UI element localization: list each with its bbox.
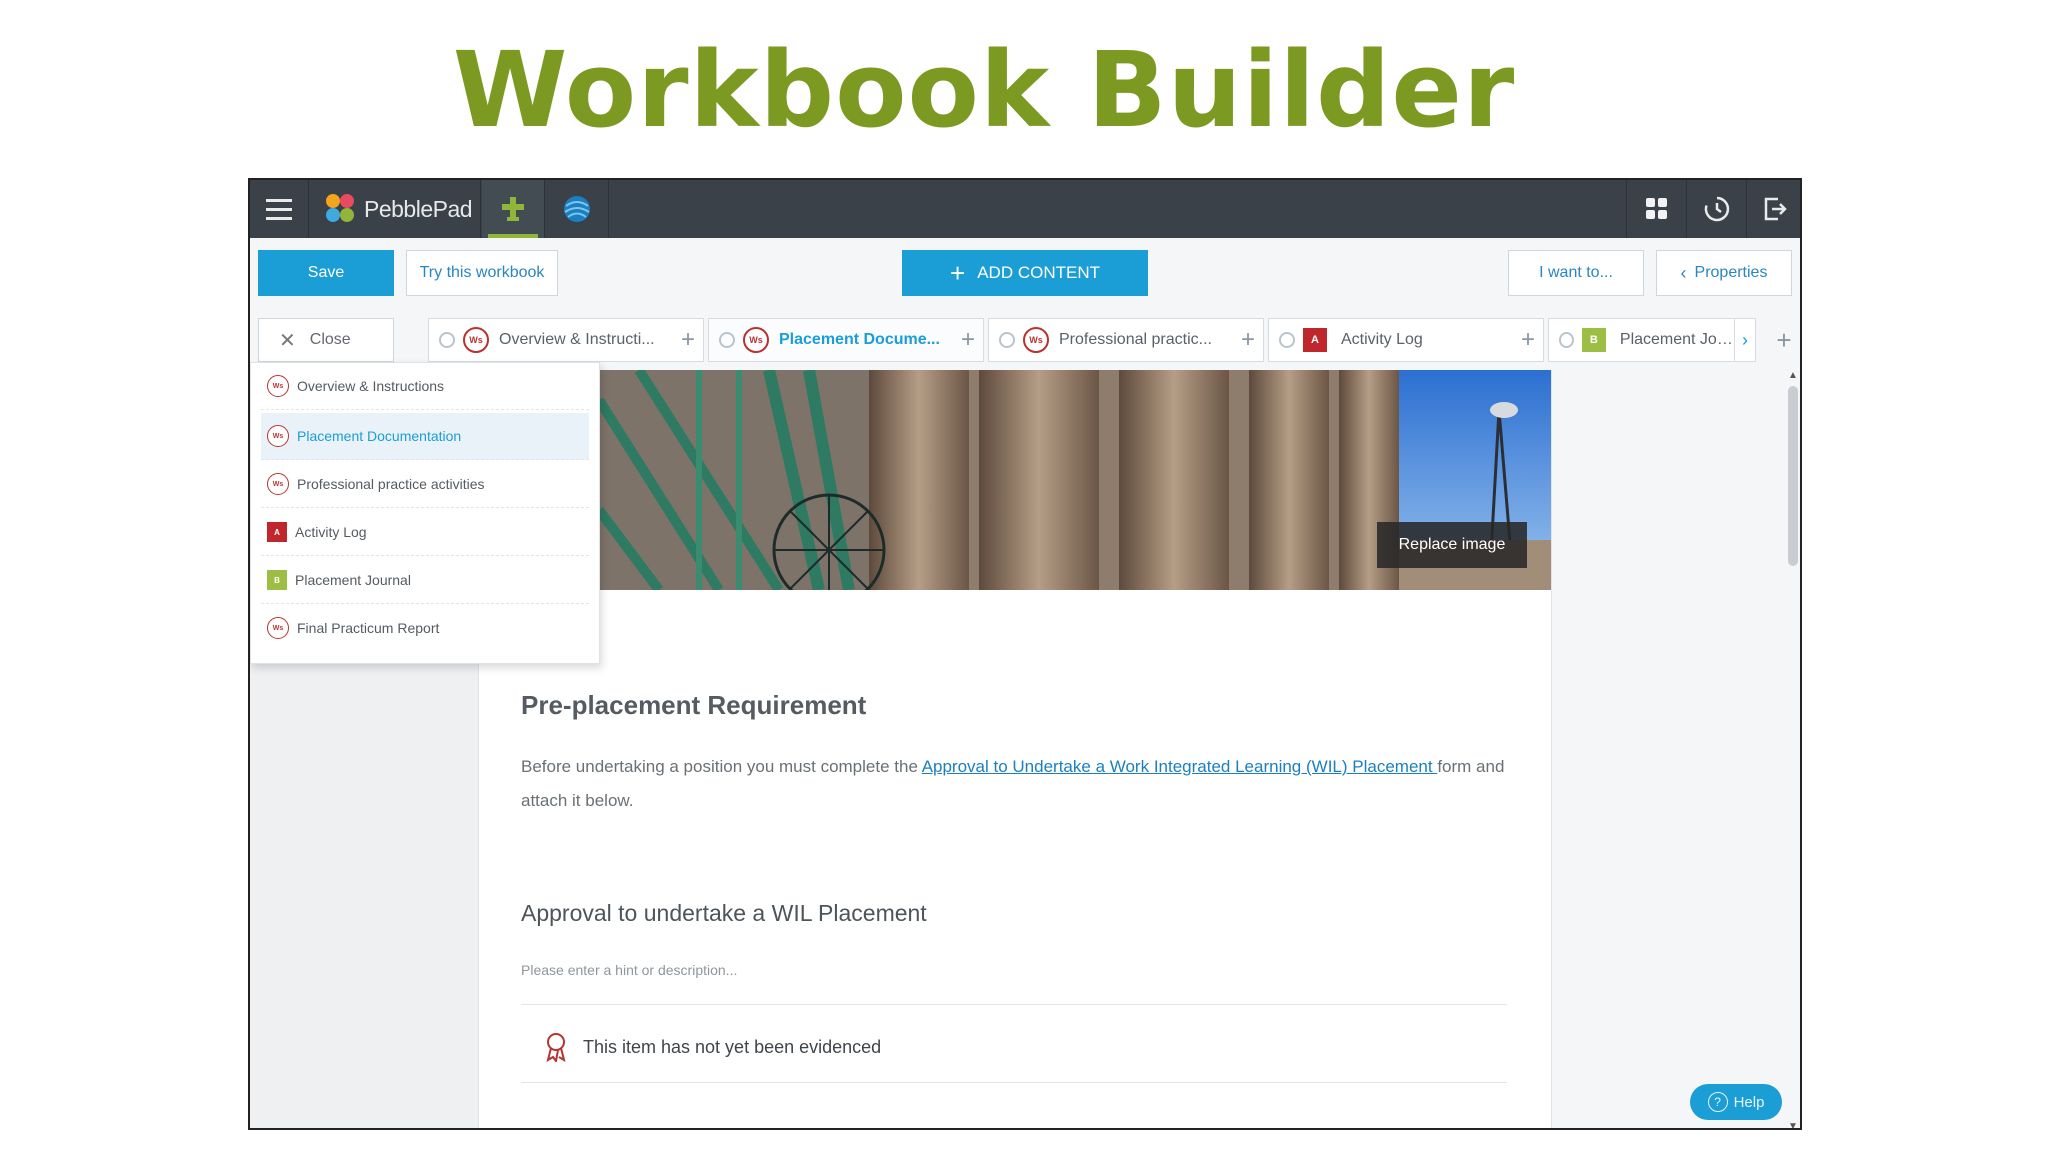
add-page-button[interactable]: + (1764, 318, 1800, 362)
scroll-up-arrow[interactable]: ▲ (1784, 370, 1800, 381)
plus-icon[interactable]: + (1241, 326, 1255, 354)
workspace-badge-icon: Ws (463, 327, 489, 353)
properties-label: Properties (1694, 264, 1768, 281)
instruction-text-start: Before undertaking a position you must c… (521, 757, 922, 776)
slide-title: Workbook Builder (452, 29, 1516, 151)
dropdown-item-label: Overview & Instructions (297, 378, 445, 394)
close-icon: ✕ (279, 329, 296, 352)
tab-overview[interactable]: Ws Overview & Instructi... + (428, 318, 704, 362)
instruction-text: Before undertaking a position you must c… (521, 750, 1521, 818)
help-button[interactable]: ? Help (1690, 1084, 1782, 1120)
gear-icon[interactable] (999, 332, 1015, 348)
workspace-badge-icon: Ws (267, 375, 289, 397)
divider (521, 1004, 1507, 1005)
activity-log-badge-icon: A (267, 522, 287, 542)
properties-button[interactable]: ‹ Properties (1656, 250, 1792, 296)
plus-icon[interactable]: + (681, 326, 695, 354)
approval-heading[interactable]: Approval to undertake a WIL Placement (521, 900, 927, 927)
tab-placement-documentation[interactable]: Ws Placement Docume... + (708, 318, 984, 362)
workspace-badge-icon: Ws (267, 617, 289, 639)
app-name: PebblePad (364, 195, 473, 222)
workspace-badge-icon: Ws (743, 327, 769, 353)
scrollbar[interactable]: ▲ ▼ (1784, 370, 1800, 1128)
apps-grid-icon (1646, 198, 1667, 219)
close-label: Close (309, 331, 351, 348)
journal-badge-icon: B (267, 570, 287, 590)
activity-log-badge-icon: A (1303, 328, 1327, 352)
tab-label: Placement Docume... (779, 331, 940, 348)
tab-placement-journal[interactable]: B Placement Journ... (1548, 318, 1742, 362)
workbook-builder-tab[interactable] (482, 180, 544, 238)
workspace-badge-icon: Ws (267, 473, 289, 495)
app-logo[interactable]: PebblePad (310, 180, 480, 238)
approval-form-link[interactable]: Approval to Undertake a Work Integrated … (922, 757, 1438, 776)
tab-professional-practice[interactable]: Ws Professional practic... + (988, 318, 1264, 362)
add-content-button[interactable]: + ADD CONTENT (902, 250, 1148, 296)
hamburger-icon (266, 196, 292, 223)
workspace-badge-icon: Ws (267, 425, 289, 447)
dropdown-item-label: Placement Journal (295, 572, 411, 588)
dropdown-item[interactable]: Ws Final Practicum Report (261, 605, 589, 651)
logout-icon (1764, 197, 1787, 221)
explore-tab[interactable] (546, 180, 608, 238)
dropdown-item-label: Final Practicum Report (297, 620, 440, 636)
dropdown-item-label: Professional practice activities (297, 476, 485, 492)
gear-icon[interactable] (1559, 332, 1574, 348)
scrollbar-thumb[interactable] (1788, 386, 1798, 566)
history-icon (1704, 196, 1730, 222)
plus-icon[interactable]: + (1521, 326, 1535, 354)
plus-icon[interactable]: + (961, 326, 975, 354)
dropdown-item[interactable]: A Activity Log (261, 509, 589, 556)
app-window: PebblePad Save Try this workbook + ADD C… (248, 178, 1802, 1130)
evidence-status: This item has not yet been evidenced (543, 1032, 881, 1062)
plus-icon: + (950, 257, 966, 288)
dropdown-item[interactable]: Ws Placement Documentation (261, 413, 589, 460)
globe-icon (564, 196, 590, 222)
dropdown-item[interactable]: Ws Professional practice activities (261, 461, 589, 508)
menu-button[interactable] (250, 180, 308, 238)
page-canvas: Replace image Pre-placement Requirement … (478, 370, 1552, 1128)
save-button[interactable]: Save (258, 250, 394, 296)
top-bar: PebblePad (250, 180, 1800, 238)
tab-label: Activity Log (1341, 331, 1423, 348)
close-button[interactable]: ✕ Close (258, 318, 394, 362)
builder-icon (502, 197, 524, 221)
page-tabs: Ws Overview & Instructi... + Ws Placemen… (428, 318, 1758, 362)
tab-activity-log[interactable]: A Activity Log + (1268, 318, 1544, 362)
help-icon: ? (1707, 1092, 1728, 1112)
chevron-left-icon: ‹ (1680, 262, 1687, 283)
tab-label: Placement Journ... (1619, 331, 1741, 348)
pebblepad-logo (326, 194, 356, 224)
section-heading: Pre-placement Requirement (521, 690, 867, 720)
divider (521, 1082, 1507, 1083)
tab-label: Professional practic... (1059, 331, 1212, 348)
workspace-badge-icon: Ws (1023, 327, 1049, 353)
i-want-to-button[interactable]: I want to... (1508, 250, 1644, 296)
logout-button[interactable] (1746, 180, 1800, 238)
banner-image: Replace image (599, 370, 1551, 590)
add-content-label: ADD CONTENT (977, 263, 1100, 282)
dropdown-item-label: Activity Log (295, 524, 367, 540)
tab-label: Overview & Instructi... (499, 331, 655, 348)
page-navigator-dropdown: Ws Overview & Instructions Ws Placement … (250, 362, 600, 664)
gear-icon[interactable] (439, 332, 455, 348)
history-button[interactable] (1688, 180, 1746, 238)
award-ribbon-icon (546, 1033, 566, 1062)
replace-image-button[interactable]: Replace image (1377, 522, 1527, 568)
chevron-right-icon[interactable]: › (1734, 318, 1756, 362)
hint-input[interactable]: Please enter a hint or description... (521, 962, 737, 978)
journal-badge-icon: B (1581, 328, 1606, 352)
dropdown-item[interactable]: B Placement Journal (261, 557, 589, 604)
dropdown-item[interactable]: Ws Overview & Instructions (261, 363, 589, 410)
gear-icon[interactable] (1279, 332, 1295, 348)
apps-button[interactable] (1628, 180, 1686, 238)
dropdown-item-label: Placement Documentation (297, 428, 462, 444)
try-workbook-button[interactable]: Try this workbook (406, 250, 558, 296)
scroll-down-arrow[interactable]: ▼ (1784, 1121, 1800, 1128)
help-label: Help (1733, 1093, 1765, 1111)
gear-icon[interactable] (719, 332, 735, 348)
evidence-status-text: This item has not yet been evidenced (583, 1036, 882, 1057)
